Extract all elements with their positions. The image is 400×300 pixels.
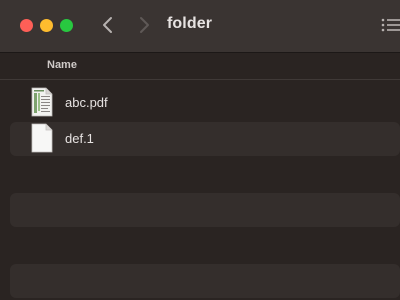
window-title: folder xyxy=(167,15,213,32)
empty-row xyxy=(10,264,400,298)
file-row[interactable]: abc.pdf xyxy=(10,86,400,120)
pdf-document-icon xyxy=(31,87,53,117)
view-options-button[interactable] xyxy=(381,17,400,33)
empty-row xyxy=(10,193,400,227)
name-column-header[interactable]: Name xyxy=(47,59,77,71)
forward-button[interactable] xyxy=(134,14,154,36)
list-view-icon xyxy=(381,18,400,32)
file-name: def.1 xyxy=(65,131,94,146)
title-bar: folder xyxy=(0,0,400,53)
zoom-window-button[interactable] xyxy=(60,19,73,32)
minimize-window-button[interactable] xyxy=(40,19,53,32)
chevron-right-icon xyxy=(140,17,149,33)
column-header: Name xyxy=(0,53,400,80)
back-button[interactable] xyxy=(98,14,118,36)
chevron-left-icon xyxy=(103,17,112,33)
file-row[interactable]: def.1 xyxy=(10,122,400,156)
file-name: abc.pdf xyxy=(65,95,108,110)
empty-row xyxy=(10,229,400,263)
blank-document-icon xyxy=(31,123,53,153)
finder-window: folder Name abc.pdf def.1 xyxy=(0,0,400,300)
close-window-button[interactable] xyxy=(20,19,33,32)
empty-row xyxy=(10,158,400,192)
